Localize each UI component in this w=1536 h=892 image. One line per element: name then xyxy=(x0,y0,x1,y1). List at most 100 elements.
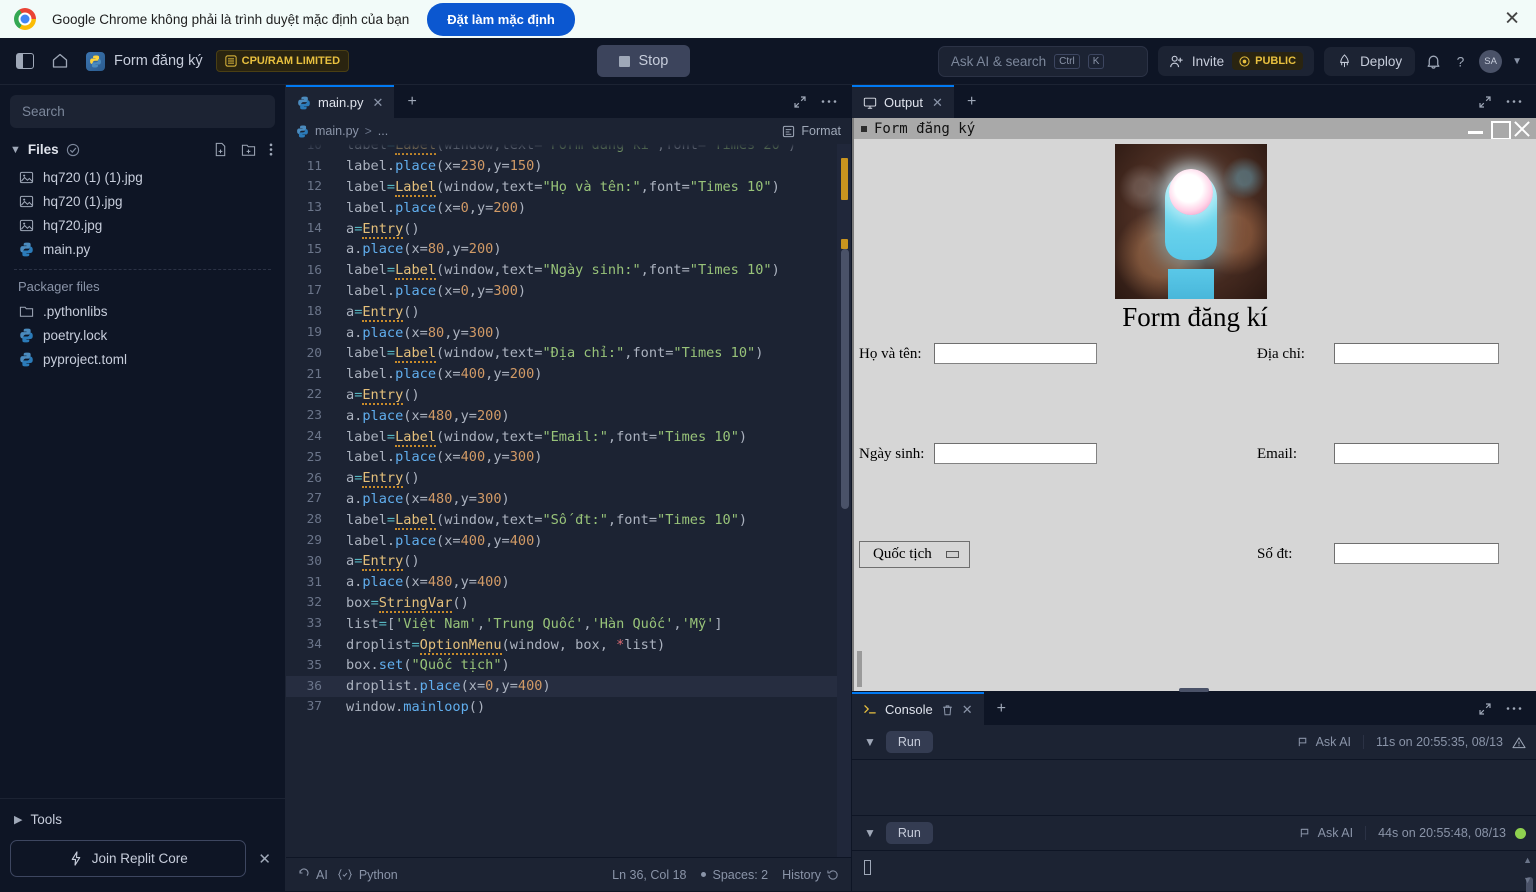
more-vertical-icon[interactable] xyxy=(269,142,273,157)
minimize-icon[interactable] xyxy=(1465,119,1486,138)
input-ngay-sinh[interactable] xyxy=(934,443,1097,464)
history-button[interactable]: History xyxy=(782,868,839,882)
editor-scrollbar[interactable] xyxy=(837,144,851,857)
nationality-dropdown[interactable]: Quốc tịch xyxy=(859,541,970,568)
cpu-ram-badge[interactable]: CPU/RAM LIMITED xyxy=(215,50,350,72)
code-line[interactable]: 23 a.place(x=480,y=200) xyxy=(286,405,837,426)
plus-icon[interactable]: + xyxy=(984,692,1019,725)
console-input-area[interactable]: ▲ ▼ xyxy=(852,851,1536,892)
ask-ai-button[interactable]: Ask AI xyxy=(1297,735,1365,749)
expand-icon[interactable] xyxy=(793,95,807,109)
input-email[interactable] xyxy=(1334,443,1499,464)
chevron-down-icon[interactable]: ▼ xyxy=(10,144,21,156)
list-item[interactable]: poetry.lock xyxy=(0,323,285,347)
ask-ai-button[interactable]: Ask AI xyxy=(1299,826,1367,840)
code-line[interactable]: 12 label=Label(window,text="Họ và tên:",f… xyxy=(286,177,837,198)
help-icon[interactable]: ? xyxy=(1452,53,1469,70)
code-line[interactable]: 33 list=['Việt Nam','Trung Quốc','Hàn Quố… xyxy=(286,613,837,634)
set-default-button[interactable]: Đặt làm mặc định xyxy=(427,2,575,36)
chevron-down-icon[interactable]: ▼ xyxy=(864,735,876,749)
code-line[interactable]: 35 box.set("Quốc tịch") xyxy=(286,655,837,676)
close-icon[interactable]: ✕ xyxy=(254,850,275,868)
chevron-down-icon[interactable]: ▼ xyxy=(1512,56,1522,67)
stop-button[interactable]: Stop xyxy=(596,45,691,77)
list-item[interactable]: .pythonlibs xyxy=(0,299,285,323)
search-input[interactable]: Search xyxy=(10,95,275,128)
code-line[interactable]: 29 label.place(x=400,y=400) xyxy=(286,530,837,551)
close-icon[interactable]: ✕ xyxy=(962,702,973,718)
triangle-up-icon[interactable]: ▲ xyxy=(1523,855,1532,865)
home-icon[interactable] xyxy=(50,51,70,71)
code-line[interactable]: 18 a=Entry() xyxy=(286,301,837,322)
avatar[interactable]: SA xyxy=(1479,49,1503,73)
code-line[interactable]: 19 a.place(x=80,y=300) xyxy=(286,322,837,343)
join-replit-core-button[interactable]: Join Replit Core xyxy=(10,840,247,877)
sidebar-toggle-icon[interactable] xyxy=(14,52,36,70)
close-icon[interactable]: ✕ xyxy=(932,95,943,111)
plus-icon[interactable]: + xyxy=(954,85,989,118)
new-file-icon[interactable] xyxy=(213,142,228,157)
input-so-dt[interactable] xyxy=(1334,543,1499,564)
tab-output[interactable]: Output ✕ xyxy=(852,85,954,118)
ask-ai-search-input[interactable]: Ask AI & search Ctrl K xyxy=(937,45,1148,77)
code-line[interactable]: 22 a=Entry() xyxy=(286,385,837,406)
expand-icon[interactable] xyxy=(1478,95,1492,109)
list-item[interactable]: hq720 (1).jpg xyxy=(0,189,285,213)
maximize-icon[interactable] xyxy=(1488,119,1511,140)
code-line[interactable]: 14 a=Entry() xyxy=(286,218,837,239)
breadcrumb-file[interactable]: main.py xyxy=(315,124,359,138)
language-indicator[interactable]: Python xyxy=(337,868,398,882)
more-horizontal-icon[interactable] xyxy=(1506,706,1522,711)
trash-icon[interactable] xyxy=(942,704,953,716)
plus-icon[interactable]: + xyxy=(394,85,429,118)
ai-status-button[interactable]: AI xyxy=(298,868,328,882)
code-line[interactable]: 31 a.place(x=480,y=400) xyxy=(286,572,837,593)
editor-scrollbar-thumb[interactable] xyxy=(841,249,849,509)
code-line[interactable]: 17 label.place(x=0,y=300) xyxy=(286,281,837,302)
run-label[interactable]: Run xyxy=(885,731,933,753)
list-item[interactable]: pyproject.toml xyxy=(0,347,285,371)
chevron-down-icon[interactable]: ▼ xyxy=(864,826,876,840)
close-icon[interactable]: ✕ xyxy=(1504,10,1520,29)
code-line[interactable]: 27 a.place(x=480,y=300) xyxy=(286,489,837,510)
code-line[interactable]: 30 a=Entry() xyxy=(286,551,837,572)
close-icon[interactable]: ✕ xyxy=(373,95,384,111)
tab-main-py[interactable]: main.py ✕ xyxy=(286,85,395,118)
code-line[interactable]: 13 label.place(x=0,y=200) xyxy=(286,197,837,218)
code-line[interactable]: 36 droplist.place(x=0,y=400) xyxy=(286,675,837,697)
code-line[interactable]: 15 a.place(x=80,y=200) xyxy=(286,239,837,260)
code-line[interactable]: 11 label.place(x=230,y=150) xyxy=(286,156,837,177)
code-editor[interactable]: 10 label=Label(window,text="Form đang kí"… xyxy=(286,144,851,857)
list-item[interactable]: main.py xyxy=(0,237,285,261)
input-ho-va-ten[interactable] xyxy=(934,343,1097,364)
code-line[interactable]: 28 label=Label(window,text="Số đt:",font=… xyxy=(286,509,837,530)
more-horizontal-icon[interactable] xyxy=(821,99,837,104)
list-item[interactable]: hq720.jpg xyxy=(0,213,285,237)
invite-button[interactable]: Invite PUBLIC xyxy=(1157,46,1315,76)
deploy-button[interactable]: Deploy xyxy=(1324,46,1416,76)
tkinter-scrollbar[interactable] xyxy=(857,651,862,687)
expand-icon[interactable] xyxy=(1478,702,1492,716)
code-line[interactable]: 34 droplist=OptionMenu(window, box, *list… xyxy=(286,634,837,655)
run-label[interactable]: Run xyxy=(885,822,933,844)
code-line[interactable]: 32 box=StringVar() xyxy=(286,593,837,614)
more-horizontal-icon[interactable] xyxy=(1506,99,1522,104)
bell-icon[interactable] xyxy=(1425,53,1442,70)
code-line[interactable]: 26 a=Entry() xyxy=(286,468,837,489)
code-line[interactable]: 37 window.mainloop() xyxy=(286,697,837,718)
code-line[interactable]: 24 label=Label(window,text="Email:",font=… xyxy=(286,426,837,447)
code-line[interactable]: 21 label.place(x=400,y=200) xyxy=(286,364,837,385)
sidebar-item-tools[interactable]: ▶ Tools xyxy=(0,799,285,840)
list-item[interactable]: hq720 (1) (1).jpg xyxy=(0,165,285,189)
code-line[interactable]: 20 label=Label(window,text="Địa chỉ:",fon… xyxy=(286,343,837,364)
format-button[interactable]: Format xyxy=(782,124,841,138)
code-line[interactable]: 16 label=Label(window,text="Ngày sinh:",f… xyxy=(286,260,837,281)
code-line[interactable]: 10 label=Label(window,text="Form đang kí"… xyxy=(286,144,837,156)
code-line[interactable]: 25 label.place(x=400,y=300) xyxy=(286,447,837,468)
input-dia-chi[interactable] xyxy=(1334,343,1499,364)
triangle-down-icon[interactable]: ▼ xyxy=(1523,875,1532,885)
new-folder-icon[interactable] xyxy=(241,142,256,157)
spaces-setting[interactable]: Spaces: 2 xyxy=(713,868,769,882)
tab-console[interactable]: Console ✕ xyxy=(852,692,984,725)
public-visibility-badge[interactable]: PUBLIC xyxy=(1232,52,1304,70)
